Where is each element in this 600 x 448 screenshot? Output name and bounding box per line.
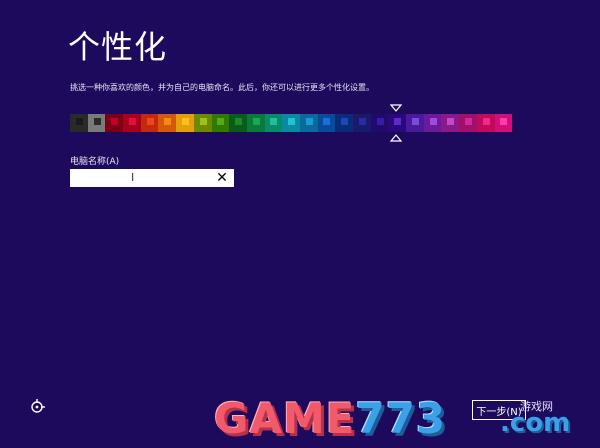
color-swatch[interactable] — [388, 114, 407, 132]
color-swatch-inner — [217, 118, 225, 125]
color-swatch-inner — [252, 118, 260, 125]
color-swatch-inner — [411, 118, 419, 125]
color-swatch-inner — [482, 118, 490, 125]
page-title: 个性化 — [68, 28, 168, 66]
computer-name-input[interactable] — [71, 174, 219, 191]
color-swatch-inner — [341, 118, 349, 125]
color-swatch-inner — [181, 118, 189, 125]
watermark-site-text: 游戏网 — [520, 400, 553, 413]
color-swatch[interactable] — [299, 114, 318, 132]
color-swatch-inner — [75, 118, 83, 125]
color-swatch[interactable] — [140, 114, 159, 132]
color-swatch[interactable] — [282, 114, 300, 132]
color-swatch[interactable] — [211, 114, 230, 132]
color-swatch[interactable] — [370, 114, 389, 132]
clear-button[interactable]: ✕ — [215, 170, 229, 186]
color-swatch-inner — [199, 118, 207, 125]
color-swatch[interactable] — [406, 114, 424, 132]
color-swatch[interactable] — [193, 114, 212, 132]
color-picker[interactable] — [70, 114, 513, 132]
color-swatch[interactable] — [317, 114, 336, 132]
color-swatch[interactable] — [176, 114, 194, 132]
color-picker-bottom-arrow-icon — [390, 134, 402, 142]
color-swatch[interactable] — [494, 114, 513, 132]
color-swatch[interactable] — [87, 114, 106, 132]
color-swatch-inner — [270, 118, 278, 125]
text-cursor-icon: I — [131, 171, 135, 184]
computer-name-field-container: I ✕ — [70, 169, 234, 191]
color-picker-top-arrow-icon — [390, 104, 402, 112]
color-swatch[interactable] — [353, 114, 371, 132]
color-swatch-inner — [128, 118, 136, 125]
color-swatch-inner — [323, 118, 331, 125]
color-swatch-inner — [447, 118, 455, 125]
color-swatch-inner — [111, 118, 119, 125]
color-swatch-inner — [500, 118, 508, 125]
color-swatch[interactable] — [441, 114, 460, 132]
color-swatch-inner — [464, 118, 472, 125]
color-swatch-inner — [146, 118, 154, 125]
color-swatch[interactable] — [123, 114, 141, 132]
color-swatch[interactable] — [423, 114, 442, 132]
ease-of-access-icon[interactable] — [28, 398, 46, 416]
color-swatch-inner — [394, 118, 402, 125]
color-swatch-inner — [429, 118, 437, 125]
color-swatch-inner — [235, 118, 243, 125]
color-swatch[interactable] — [246, 114, 265, 132]
color-swatch-inner — [358, 118, 366, 125]
color-swatch[interactable] — [264, 114, 283, 132]
color-swatch[interactable] — [459, 114, 477, 132]
color-swatch-inner — [288, 118, 296, 125]
color-swatch[interactable] — [476, 114, 495, 132]
color-swatch[interactable] — [105, 114, 124, 132]
color-swatch[interactable] — [70, 114, 88, 132]
color-swatch[interactable] — [158, 114, 177, 132]
color-swatch-inner — [164, 118, 172, 125]
color-swatch[interactable] — [229, 114, 247, 132]
page-subtitle: 挑选一种你喜欢的颜色，并为自己的电脑命名。此后，你还可以进行更多个性化设置。 — [70, 83, 374, 92]
color-swatch-inner — [305, 118, 313, 125]
watermark-game-text: GAME773 — [214, 394, 447, 443]
computer-name-label: 电脑名称(A) — [70, 157, 120, 167]
color-swatch-inner — [93, 118, 101, 125]
color-swatch[interactable] — [335, 114, 353, 132]
color-swatch-inner — [376, 118, 384, 125]
